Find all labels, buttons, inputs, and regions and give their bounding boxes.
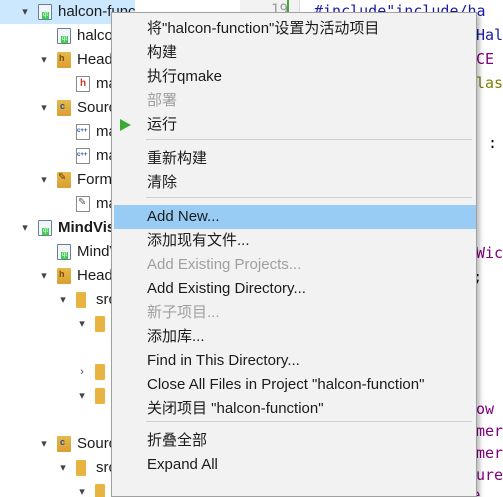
collapse-arrow-icon[interactable]: ▾	[37, 96, 51, 120]
collapse-arrow-icon[interactable]: ▾	[18, 0, 32, 24]
menu-expand-all[interactable]: Expand All	[114, 453, 476, 477]
menu-rebuild[interactable]: 重新构建	[114, 147, 476, 171]
menu-item-label: Find in This Directory...	[147, 352, 300, 369]
menu-item-label: 构建	[147, 44, 178, 61]
collapse-arrow-icon[interactable]: ▾	[56, 288, 70, 312]
code-line: ow	[476, 400, 495, 418]
code-line: :	[488, 134, 498, 152]
code-line: Hal	[476, 26, 503, 44]
code-line: mer	[476, 444, 503, 462]
collapse-arrow-icon[interactable]: ▾	[56, 456, 70, 480]
menu-collapse-all[interactable]: 折叠全部	[114, 429, 476, 453]
menu-close-all-files[interactable]: Close All Files in Project "halcon-funct…	[114, 373, 476, 397]
project-icon	[38, 4, 52, 20]
menu-deploy: 部署	[114, 89, 476, 113]
collapse-arrow-icon[interactable]: ▾	[18, 216, 32, 240]
menu-item-label: Add Existing Directory...	[147, 280, 306, 297]
collapse-arrow-icon[interactable]: ▾	[75, 312, 89, 336]
menu-add-existing-files[interactable]: 添加现有文件...	[114, 229, 476, 253]
menu-item-label: Expand All	[147, 456, 218, 473]
project-context-menu: 将"halcon-function"设置为活动项目 构建执行qmake 部署运行重新…	[111, 12, 477, 497]
project-file-icon	[57, 28, 71, 44]
menu-separator	[146, 421, 472, 422]
folder-icon	[76, 460, 86, 476]
code-line: ure	[476, 466, 503, 484]
menu-clean[interactable]: 清除	[114, 171, 476, 195]
code-line: Wic	[476, 244, 503, 262]
menu-add-existing-projects: Add Existing Projects...	[114, 253, 476, 277]
menu-item-label: 添加库...	[147, 328, 205, 345]
project-icon	[38, 220, 52, 236]
collapse-arrow-icon[interactable]: ▾	[75, 480, 89, 497]
code-line: CE	[476, 50, 495, 68]
menu-item-label: Close All Files in Project "halcon-funct…	[147, 376, 425, 393]
project-file-icon	[57, 244, 71, 260]
folder-icon	[95, 316, 105, 332]
menu-item-label: 清除	[147, 174, 178, 191]
collapse-arrow-icon[interactable]: ▾	[37, 264, 51, 288]
collapse-arrow-icon[interactable]: ▾	[37, 48, 51, 72]
menu-find-in-directory[interactable]: Find in This Directory...	[114, 349, 476, 373]
collapse-arrow-icon[interactable]: ▾	[37, 432, 51, 456]
collapse-arrow-icon[interactable]: ▾	[37, 168, 51, 192]
menu-add-library[interactable]: 添加库...	[114, 325, 476, 349]
ui-file-icon	[76, 196, 90, 212]
menu-item-label: 执行qmake	[147, 68, 223, 85]
code-line: mer	[476, 422, 503, 440]
menu-add-existing-directory[interactable]: Add Existing Directory...	[114, 277, 476, 301]
folder-icon	[95, 484, 105, 497]
menu-run-qmake[interactable]: 执行qmake	[114, 65, 476, 89]
menu-set-active-project[interactable]: 将"halcon-function"设置为活动项目	[114, 17, 476, 41]
folder-icon	[95, 364, 105, 380]
menu-item-label: 部署	[147, 92, 178, 109]
run-icon	[120, 119, 131, 131]
menu-item-label: Add Existing Projects...	[147, 256, 302, 273]
cpp-file-icon	[76, 148, 90, 164]
menu-item-label: Add New...	[147, 208, 220, 225]
sources-folder-icon	[57, 436, 71, 452]
menu-item-label: 折叠全部	[147, 432, 208, 449]
menu-item-label: 运行	[147, 116, 178, 133]
menu-add-new[interactable]: Add New...	[114, 205, 476, 229]
menu-item-label: 将"halcon-function"设置为活动项目	[147, 20, 380, 37]
menu-item-label: 重新构建	[147, 150, 208, 167]
collapse-arrow-icon[interactable]: ▾	[75, 384, 89, 408]
cpp-file-icon	[76, 124, 90, 140]
menu-separator	[146, 139, 472, 140]
code-line: las	[476, 74, 503, 92]
menu-close-project[interactable]: 关闭项目 "halcon-function"	[114, 397, 476, 421]
menu-item-label: 新子项目...	[147, 304, 220, 321]
menu-build[interactable]: 构建	[114, 41, 476, 65]
menu-run[interactable]: 运行	[114, 113, 476, 137]
header-file-icon	[76, 76, 90, 92]
menu-item-label: 添加现有文件...	[147, 232, 250, 249]
menu-separator	[146, 197, 472, 198]
folder-icon	[95, 388, 105, 404]
forms-folder-icon	[57, 172, 71, 188]
headers-folder-icon	[57, 52, 71, 68]
menu-new-subproject: 新子项目...	[114, 301, 476, 325]
folder-icon	[76, 292, 86, 308]
headers-folder-icon	[57, 268, 71, 284]
expand-arrow-icon[interactable]: ›	[75, 360, 89, 384]
sources-folder-icon	[57, 100, 71, 116]
menu-item-label: 关闭项目 "halcon-function"	[147, 400, 324, 417]
